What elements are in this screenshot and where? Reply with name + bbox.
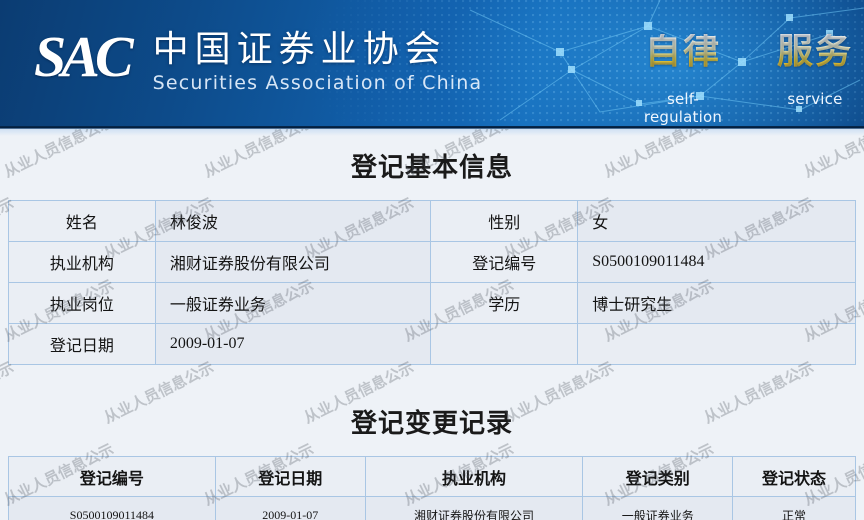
table-row: 登记日期 2009-01-07	[8, 323, 856, 365]
basic-info-empty-cell	[430, 323, 579, 365]
change-records-cell: S0500109011484	[8, 496, 216, 520]
page-body: 从业人员信息公示 从业人员信息公示 从业人员信息公示 从业人员信息公示 从业人员信息公示…	[0, 129, 864, 520]
basic-info-title: 登记基本信息	[350, 153, 513, 182]
table-row: 执业机构 湘财证券股份有限公司 登记编号 S0500109011484	[8, 241, 856, 283]
change-records-column-header: 登记日期	[214, 456, 366, 497]
change-records-column-header: 执业机构	[364, 456, 584, 497]
slogan-en: service	[787, 90, 843, 108]
table-row: 执业岗位 一般证券业务 学历 博士研究生	[8, 282, 856, 324]
basic-info-label-left: 执业岗位	[8, 282, 156, 324]
change-records-cell: 湘财证券股份有限公司	[364, 496, 584, 520]
change-records-cell: 2009-01-07	[214, 496, 366, 520]
basic-info-label-right: 登记编号	[430, 241, 579, 283]
change-records-cell: 正常	[732, 496, 856, 520]
table-header-row: 登记编号 登记日期 执业机构 登记类别 登记状态	[8, 456, 856, 497]
change-records-column-header: 登记类别	[582, 456, 734, 497]
slogan-zh: 服务	[760, 34, 864, 70]
basic-info-value-left: 一般证券业务	[154, 282, 432, 324]
basic-info-empty-cell	[577, 323, 856, 365]
org-name-block: 中国证券业协会 Securities Association of China	[152, 29, 483, 95]
change-records-column-header: 登记状态	[732, 456, 856, 497]
sac-logo: SAC 中国证券业协会 Securities Association of Ch…	[34, 24, 483, 95]
org-name-zh: 中国证券业协会	[152, 29, 447, 70]
banner-slogans: 自律 self-regulation 服务 service	[628, 34, 864, 127]
sac-logo-mark: SAC	[34, 24, 134, 89]
slogan-zh: 自律	[628, 34, 738, 70]
change-records-table: 登记编号 登记日期 执业机构 登记类别 登记状态 S0500109011484 2009-…	[8, 456, 856, 520]
basic-info-value-left: 湘财证券股份有限公司	[154, 241, 432, 283]
content-area: 登记基本信息 姓名 林俊波 性别女执业机构 湘财证券股份有限公司 登记编号 S050010…	[0, 129, 864, 520]
table-row: S0500109011484 2009-01-07 湘财证券股份有限公司 一般证券业务…	[8, 496, 856, 520]
basic-info-value-left: 2009-01-07	[154, 323, 432, 365]
basic-info-value-right: S0500109011484	[577, 241, 856, 283]
basic-info-table: 姓名 林俊波 性别女执业机构 湘财证券股份有限公司 登记编号 S0500109011484…	[8, 200, 856, 365]
basic-info-value-right: 博士研究生	[577, 282, 856, 324]
slogan-en: self-regulation	[643, 90, 723, 126]
slogan-self-regulation: 自律 self-regulation	[628, 34, 738, 127]
basic-info-value-left: 林俊波	[154, 200, 432, 242]
table-row: 姓名 林俊波 性别女	[8, 200, 856, 242]
basic-info-label-left: 执业机构	[8, 241, 156, 283]
change-records-title: 登记变更记录	[350, 409, 513, 438]
site-banner: SAC 中国证券业协会 Securities Association of Ch…	[0, 0, 864, 129]
basic-info-value-right: 女	[577, 200, 856, 242]
change-records-cell: 一般证券业务	[582, 496, 734, 520]
basic-info-label-left: 姓名	[8, 200, 156, 242]
slogan-service: 服务 service	[760, 34, 864, 109]
basic-info-label-left: 登记日期	[8, 323, 156, 365]
basic-info-label-right: 学历	[430, 282, 579, 324]
basic-info-label-right: 性别	[430, 200, 579, 242]
change-records-column-header: 登记编号	[8, 456, 216, 497]
org-name-en: Securities Association of China	[152, 72, 483, 95]
